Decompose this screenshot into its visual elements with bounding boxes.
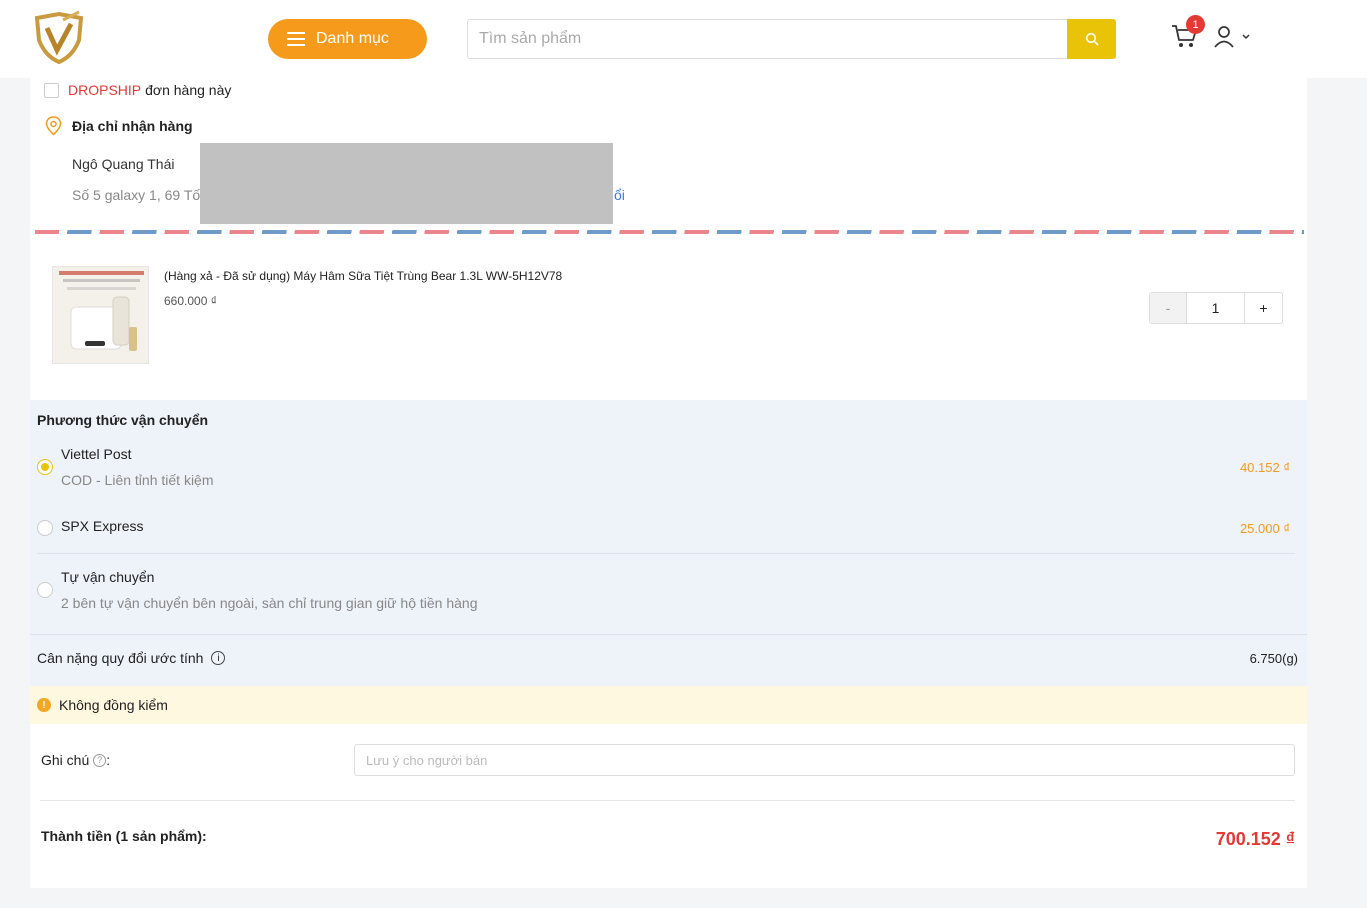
weight-label-text: Cân nặng quy đổi ước tính bbox=[37, 650, 204, 666]
user-account-icon[interactable] bbox=[1213, 25, 1253, 49]
cart-count-badge: 1 bbox=[1186, 15, 1205, 34]
search-bar bbox=[467, 19, 1116, 59]
quantity-decrease-button[interactable]: - bbox=[1150, 293, 1187, 323]
shipping-option-sub: 2 bên tự vận chuyển bên ngoài, sàn chỉ t… bbox=[61, 595, 478, 611]
category-menu-button[interactable]: Danh mục bbox=[268, 19, 427, 59]
warning-text: Không đồng kiểm bbox=[59, 697, 168, 713]
recipient-name: Ngô Quang Thái bbox=[72, 156, 175, 172]
dropship-text: đơn hàng này bbox=[145, 82, 232, 98]
shipping-option-sub: COD - Liên tỉnh tiết kiệm bbox=[61, 472, 214, 488]
note-colon: : bbox=[106, 752, 111, 768]
weight-label: Cân nặng quy đổi ước tính i bbox=[37, 650, 226, 666]
quantity-increase-button[interactable]: + bbox=[1245, 293, 1282, 323]
category-menu-label: Danh mục bbox=[316, 30, 389, 47]
info-icon[interactable]: i bbox=[211, 651, 226, 665]
top-header: Danh mục 1 bbox=[0, 0, 1367, 78]
shipping-option-name[interactable]: SPX Express bbox=[61, 518, 143, 534]
product-price: 660.000 ₫ bbox=[164, 294, 217, 308]
quantity-stepper: - 1 + bbox=[1149, 292, 1283, 324]
inspection-warning: ! Không đồng kiểm bbox=[30, 686, 1307, 724]
dropship-checkbox[interactable] bbox=[44, 82, 59, 98]
change-address-link[interactable]: ổi bbox=[614, 187, 625, 203]
note-label-text: Ghi chú bbox=[41, 752, 90, 768]
search-button[interactable] bbox=[1067, 19, 1116, 59]
divider bbox=[37, 553, 1295, 554]
shipping-panel bbox=[30, 400, 1307, 686]
shipping-option-name[interactable]: Viettel Post bbox=[61, 446, 132, 462]
help-icon[interactable]: ? bbox=[93, 753, 107, 767]
shipping-radio-viettel[interactable] bbox=[37, 459, 53, 475]
shipping-option-name[interactable]: Tự vận chuyển bbox=[61, 569, 154, 585]
total-amount: 700.152 ₫ bbox=[1215, 829, 1295, 849]
shipping-radio-spx[interactable] bbox=[37, 520, 53, 536]
divider bbox=[30, 634, 1307, 635]
note-label: Ghi chú ? : bbox=[41, 752, 110, 768]
location-pin-icon bbox=[45, 116, 62, 136]
product-image bbox=[53, 267, 148, 363]
address-title: Địa chỉ nhận hàng bbox=[72, 118, 193, 134]
shipping-title: Phương thức vận chuyển bbox=[37, 412, 209, 428]
divider bbox=[40, 800, 1295, 801]
warning-icon: ! bbox=[37, 698, 51, 712]
search-input[interactable] bbox=[468, 20, 1068, 58]
address-heading: Địa chỉ nhận hàng bbox=[44, 116, 193, 136]
shipping-option-price: 25.000 ₫ bbox=[1239, 521, 1290, 536]
product-thumbnail[interactable] bbox=[52, 266, 149, 364]
dropship-highlight: DROPSHIP bbox=[68, 82, 142, 98]
product-name[interactable]: (Hàng xả - Đã sử dụng) Máy Hâm Sữa Tiệt … bbox=[164, 269, 562, 283]
brand-logo[interactable] bbox=[33, 10, 85, 66]
dropship-option[interactable]: DROPSHIP đơn hàng này bbox=[44, 82, 231, 98]
airmail-divider bbox=[35, 230, 1304, 234]
address-line: Số 5 galaxy 1, 69 Tố bbox=[72, 187, 201, 203]
quantity-value[interactable]: 1 bbox=[1187, 293, 1245, 323]
shipping-radio-self[interactable] bbox=[37, 582, 53, 598]
seller-note-input[interactable] bbox=[354, 744, 1295, 776]
order-panel bbox=[30, 78, 1307, 400]
shipping-option-price: 40.152 ₫ bbox=[1239, 460, 1290, 475]
weight-value: 6.750(g) bbox=[1249, 651, 1298, 666]
hamburger-icon bbox=[287, 32, 305, 46]
total-label: Thành tiền (1 sản phẩm): bbox=[41, 828, 207, 844]
search-icon bbox=[1085, 32, 1099, 46]
redacted-block bbox=[200, 143, 613, 224]
